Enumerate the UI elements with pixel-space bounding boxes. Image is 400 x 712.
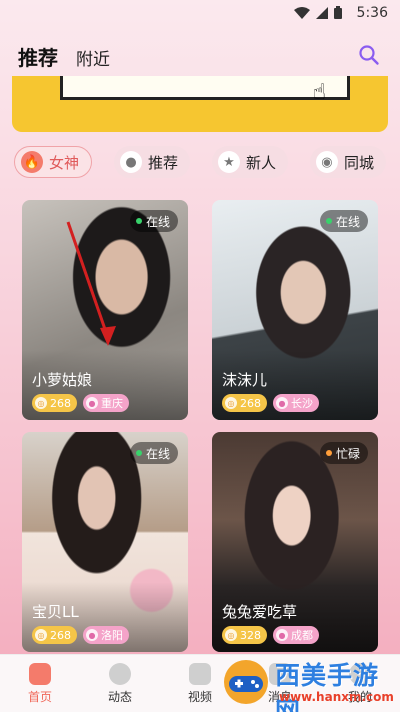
location-icon: ◉ [315,151,338,173]
profile-name: 沫沫儿 [222,371,268,389]
signal-icon [316,6,328,19]
tab-recommend[interactable]: 推荐 [18,42,58,71]
category-label: 新人 [245,153,276,172]
search-icon[interactable] [358,44,380,66]
profile-card[interactable]: 在线 宝贝LL ◎ 268 ● 洛阳 [22,432,188,652]
tab-feed[interactable]: 动态 [85,662,155,705]
profile-card[interactable]: 在线 沫沫儿 ◎ 268 ● 长沙 [212,200,378,420]
heat-badge: ◎ 268 [222,394,267,412]
profile-name: 宝贝LL [32,603,79,621]
compass-icon [109,662,131,685]
status-bar: 5:36 [0,0,400,28]
location-icon: ● [86,629,98,641]
category-local[interactable]: ◉ 同城 [309,146,386,178]
location-icon: ● [276,397,288,409]
category-label: 女神 [49,153,80,172]
status-badge: 忙碌 [319,442,368,464]
heat-icon: ◎ [35,629,47,641]
hand-cursor-icon: ☝ [312,80,326,105]
status-badge: 在线 [129,210,178,232]
city-badge: ● 长沙 [273,394,319,412]
category-label: 推荐 [147,153,178,172]
banner-panel [60,76,350,100]
watermark-url: www.hanxm.com [279,690,394,704]
city-badge: ● 成都 [273,626,319,644]
profile-card[interactable]: 忙碌 兔兔爱吃草 ◎ 328 ● 成都 [212,432,378,652]
tab-nearby[interactable]: 附近 [76,45,110,70]
arrow-annotation [66,221,116,346]
top-nav: 推荐 附近 [18,42,110,71]
battery-icon [334,6,342,19]
status-badge: 在线 [129,442,178,464]
category-bar: 🔥 女神 ● 推荐 ★ 新人 ◉ 同城 [14,146,386,178]
heat-icon: ◎ [35,397,47,409]
clock: 5:36 [356,5,388,21]
city-badge: ● 重庆 [83,394,129,412]
tab-home[interactable]: 首页 [5,662,75,705]
category-goddess[interactable]: 🔥 女神 [14,146,93,178]
heat-icon: ◎ [225,629,237,641]
profile-card[interactable]: 在线 小萝姑娘 ◎ 268 ● 重庆 [22,200,188,420]
heat-badge: ◎ 328 [222,626,267,644]
location-icon: ● [276,629,288,641]
play-icon [189,662,211,685]
watermark: 西美手游网 www.hanxm.com [221,654,396,712]
wifi-icon [294,6,310,19]
heat-icon: ◎ [225,397,237,409]
gamepad-logo-icon [221,658,271,706]
heat-badge: ◎ 268 [32,626,77,644]
status-icons [294,6,342,19]
heat-badge: ◎ 268 [32,394,77,412]
category-label: 同城 [343,153,374,172]
category-recommend[interactable]: ● 推荐 [113,146,190,178]
flame-icon: ● [119,151,142,173]
profile-name: 兔兔爱吃草 [222,603,298,621]
category-new[interactable]: ★ 新人 [211,146,288,178]
city-badge: ● 洛阳 [83,626,129,644]
profile-name: 小萝姑娘 [32,371,93,389]
flame-icon: 🔥 [21,151,43,173]
home-icon [29,662,51,685]
promo-banner[interactable]: ☝ [12,76,388,132]
star-icon: ★ [217,151,240,173]
status-badge: 在线 [319,210,368,232]
location-icon: ● [86,397,98,409]
